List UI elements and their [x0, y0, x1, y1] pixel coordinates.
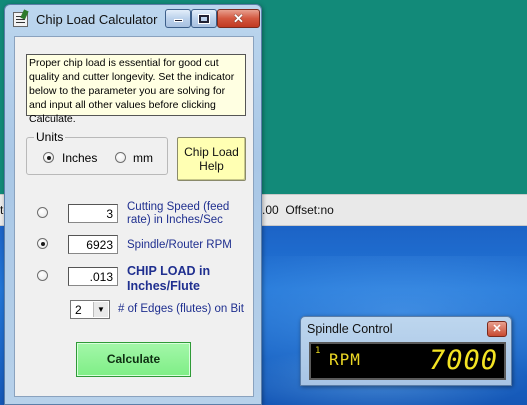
chip-load-label: CHIP LOAD in Inches/Flute — [127, 264, 211, 293]
units-group: Units Inches mm — [26, 130, 168, 175]
chip-load-radio[interactable] — [37, 270, 48, 281]
cutting-speed-radio[interactable] — [37, 207, 48, 218]
close-icon: ✕ — [492, 323, 502, 335]
chip-load-help-button[interactable]: Chip Load Help — [177, 137, 246, 181]
chevron-down-icon[interactable]: ▼ — [93, 302, 108, 317]
help-button-line2: Help — [199, 159, 224, 173]
mm-radio[interactable] — [115, 152, 126, 163]
minimize-icon — [173, 19, 183, 22]
status-text: .00 Offset:no — [262, 203, 334, 217]
spindle-rpm-display: 1 RPM 7000 — [309, 342, 506, 380]
calculate-button[interactable]: Calculate — [76, 342, 191, 377]
mm-label[interactable]: mm — [133, 151, 153, 165]
info-text: Proper chip load is essential for good c… — [26, 54, 246, 125]
spindle-rpm-radio[interactable] — [37, 238, 48, 249]
spindle-window-title: Spindle Control — [307, 322, 393, 336]
spindle-rpm-label: Spindle/Router RPM — [127, 239, 232, 251]
flutes-select[interactable]: 2 ▼ — [70, 300, 110, 319]
spindle-control-window: Spindle Control ✕ 1 RPM 7000 — [300, 316, 512, 386]
spindle-close-button[interactable]: ✕ — [487, 321, 507, 337]
spindle-rpm-input[interactable]: 6923 — [68, 235, 118, 254]
flutes-value: 2 — [75, 303, 82, 317]
chip-load-calculator-window: Chip Load Calculator ✕ Proper chip load … — [4, 4, 262, 405]
rpm-value: 7000 — [428, 345, 498, 376]
maximize-button[interactable] — [191, 9, 217, 28]
window-client-area: Proper chip load is essential for good c… — [14, 36, 254, 397]
cutting-speed-input[interactable]: 3 — [68, 204, 118, 223]
maximize-icon — [198, 14, 210, 24]
close-icon: ✕ — [233, 11, 244, 26]
flutes-label: # of Edges (flutes) on Bit — [118, 303, 244, 315]
window-title: Chip Load Calculator — [36, 12, 158, 27]
cutting-speed-label: Cutting Speed (feed rate) in Inches/Sec — [127, 201, 230, 226]
units-legend: Units — [34, 130, 66, 144]
minimize-button[interactable] — [165, 9, 191, 28]
help-button-line1: Chip Load — [184, 145, 239, 159]
window-titlebar[interactable]: Chip Load Calculator ✕ — [5, 5, 261, 33]
chip-load-input[interactable]: .013 — [68, 267, 118, 286]
close-button[interactable]: ✕ — [217, 9, 260, 28]
rpm-label: RPM — [329, 350, 361, 369]
spindle-index: 1 — [315, 346, 321, 356]
inches-radio[interactable] — [43, 152, 54, 163]
inches-label[interactable]: Inches — [62, 151, 97, 165]
app-icon — [13, 12, 28, 27]
